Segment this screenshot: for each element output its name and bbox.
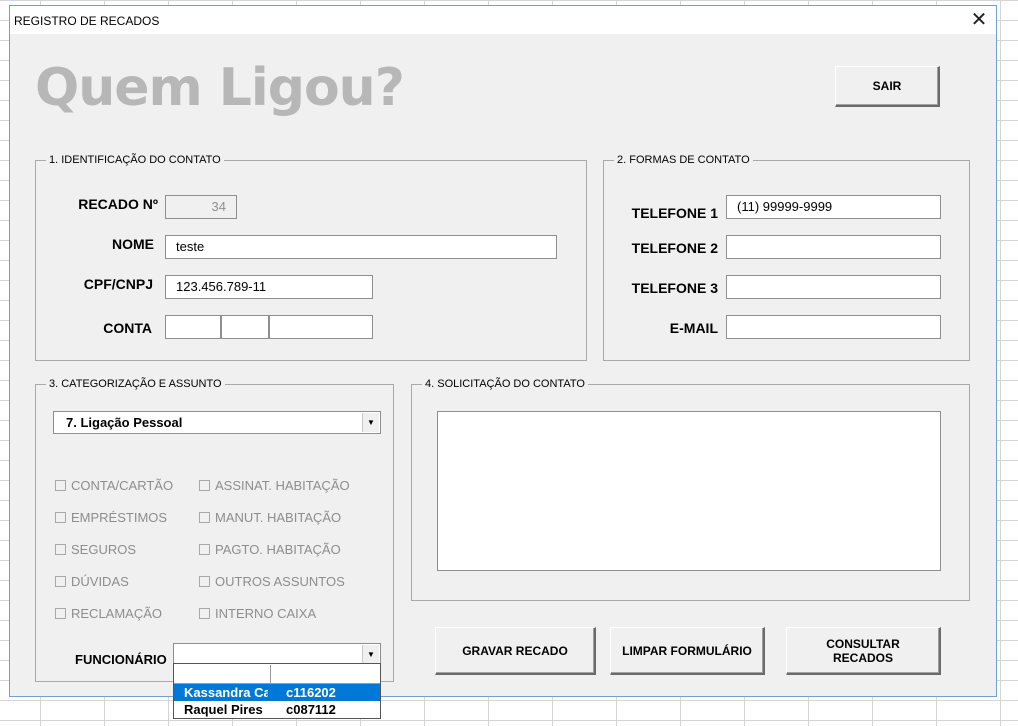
email-input[interactable] xyxy=(726,315,941,339)
telefone1-label: TELEFONE 1 xyxy=(631,205,718,221)
request-textarea[interactable] xyxy=(437,411,941,571)
telefone3-label: TELEFONE 3 xyxy=(631,280,718,296)
employee-name: Kassandra Car xyxy=(184,685,268,700)
checkbox-manut-habitacao: MANUT. HABITAÇÃO xyxy=(199,510,341,525)
categorization-legend: 3. CATEGORIZAÇÃO E ASSUNTO xyxy=(49,378,222,390)
save-button[interactable]: GRAVAR RECADO xyxy=(435,627,596,675)
checkbox-label: ASSINAT. HABITAÇÃO xyxy=(215,478,350,493)
category-selected-value: 7. Ligação Pessoal xyxy=(66,415,183,430)
checkbox-label: OUTROS ASSUNTOS xyxy=(215,574,345,589)
telefone3-input[interactable] xyxy=(726,275,941,299)
conta-operacao-input[interactable] xyxy=(221,315,269,339)
checkbox-duvidas: DÚVIDAS xyxy=(55,574,129,589)
recado-number-field: 34 xyxy=(165,195,237,219)
page-title: Quem Ligou? xyxy=(35,58,405,118)
identification-legend: 1. IDENTIFICAÇÃO DO CONTATO xyxy=(49,154,221,166)
checkbox-label: SEGUROS xyxy=(71,542,137,557)
telefone1-input[interactable]: (11) 99999-9999 xyxy=(726,195,941,219)
checkbox-reclamacao: RECLAMAÇÃO xyxy=(55,606,162,621)
conta-agencia-input[interactable] xyxy=(165,315,221,339)
nome-input[interactable]: teste xyxy=(165,235,557,259)
checkbox-label: INTERNO CAIXA xyxy=(215,606,317,621)
checkbox-interno-caixa: INTERNO CAIXA xyxy=(199,606,316,621)
checkbox-assinat-habitacao: ASSINAT. HABITAÇÃO xyxy=(199,478,350,493)
email-label: E-MAIL xyxy=(669,320,718,336)
list-item[interactable]: Raquel Pires c087112 xyxy=(174,701,380,718)
cpf-input[interactable]: 123.456.789-11 xyxy=(165,275,373,299)
checkbox-outros-assuntos: OUTROS ASSUNTOS xyxy=(199,574,345,589)
checkbox-pagto-habitacao: PAGTO. HABITAÇÃO xyxy=(199,542,341,557)
conta-label: CONTA xyxy=(103,320,152,336)
employee-code: c087112 xyxy=(286,702,336,717)
employee-name: Raquel Pires xyxy=(184,702,263,717)
checkbox-label: RECLAMAÇÃO xyxy=(71,606,163,621)
registro-recados-window: REGISTRO DE RECADOS ✕ Quem Ligou? SAIR 1… xyxy=(9,5,997,697)
conta-numero-input[interactable] xyxy=(269,315,373,339)
checkbox-conta-cartao: CONTA/CARTÃO xyxy=(55,478,173,493)
checkbox-label: DÚVIDAS xyxy=(71,574,129,589)
funcionario-label: FUNCIONÁRIO xyxy=(75,652,167,667)
close-icon[interactable]: ✕ xyxy=(968,9,990,31)
checkbox-box xyxy=(55,480,66,491)
checkbox-box xyxy=(55,608,66,619)
clear-button[interactable]: LIMPAR FORMULÁRIO xyxy=(610,627,765,675)
dropdown-header xyxy=(174,665,380,684)
checkbox-label: CONTA/CARTÃO xyxy=(71,478,174,493)
nome-label: NOME xyxy=(112,236,154,252)
checkbox-label: PAGTO. HABITAÇÃO xyxy=(215,542,341,557)
checkbox-box xyxy=(199,576,210,587)
title-bar: REGISTRO DE RECADOS ✕ xyxy=(10,6,996,34)
category-select[interactable]: 7. Ligação Pessoal ▼ xyxy=(53,411,381,434)
exit-button[interactable]: SAIR xyxy=(835,66,940,107)
checkbox-box xyxy=(199,608,210,619)
window-title: REGISTRO DE RECADOS xyxy=(14,14,160,28)
checkbox-seguros: SEGUROS xyxy=(55,542,136,557)
checkbox-box xyxy=(199,512,210,523)
checkbox-box xyxy=(199,480,210,491)
checkbox-label: MANUT. HABITAÇÃO xyxy=(215,510,342,525)
recado-label: RECADO Nº xyxy=(78,196,158,212)
checkbox-box xyxy=(55,512,66,523)
employee-code: c116202 xyxy=(286,685,336,700)
funcionario-dropdown-list: Kassandra Car c116202 Raquel Pires c0871… xyxy=(173,663,381,719)
chevron-down-icon[interactable]: ▼ xyxy=(362,413,379,432)
checkbox-label: EMPRÉSTIMOS xyxy=(71,510,168,525)
list-item[interactable]: Kassandra Car c116202 xyxy=(174,684,380,701)
checkbox-box xyxy=(55,544,66,555)
request-legend: 4. SOLICITAÇÃO DO CONTATO xyxy=(425,378,585,390)
cpf-label: CPF/CNPJ xyxy=(83,276,153,292)
funcionario-select[interactable]: ▼ xyxy=(173,643,381,665)
checkbox-box xyxy=(55,576,66,587)
telefone2-input[interactable] xyxy=(726,235,941,259)
consult-button[interactable]: CONSULTAR RECADOS xyxy=(786,627,941,675)
column-separator xyxy=(270,665,271,683)
telefone2-label: TELEFONE 2 xyxy=(631,240,718,256)
chevron-down-icon[interactable]: ▼ xyxy=(362,645,379,663)
contact-forms-legend: 2. FORMAS DE CONTATO xyxy=(617,154,750,166)
checkbox-emprestimos: EMPRÉSTIMOS xyxy=(55,510,167,525)
checkbox-box xyxy=(199,544,210,555)
